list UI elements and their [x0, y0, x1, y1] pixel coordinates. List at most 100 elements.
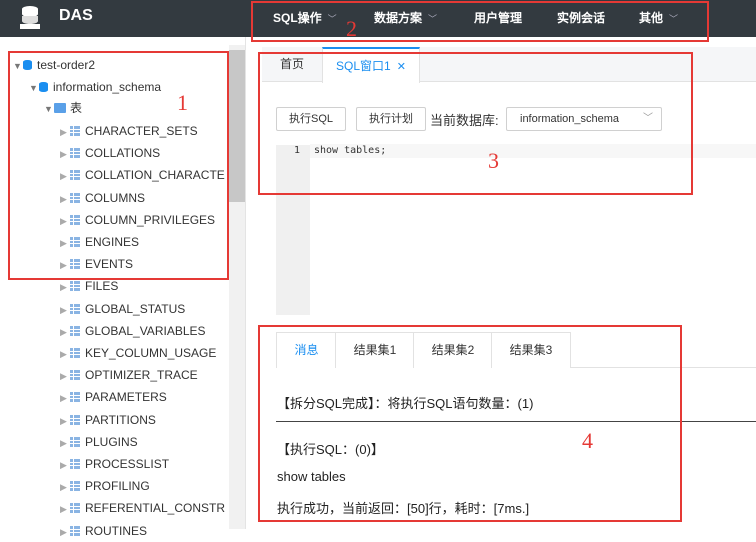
caret-right-icon[interactable]: ▶	[60, 255, 70, 275]
chevron-down-icon: ﹀	[643, 113, 653, 124]
annotation-label-3: 3	[488, 148, 499, 173]
message-exec-result: 执行成功，当前返回：[50]行，耗时：[7ms.]	[277, 501, 530, 516]
execute-plan-button[interactable]: 执行计划	[356, 107, 426, 131]
tree-node-table[interactable]: ▶ COLUMN_PRIVILEGES	[60, 210, 215, 230]
table-icon	[70, 126, 80, 136]
tree-node-label: PROCESSLIST	[85, 457, 170, 471]
tree-node-table[interactable]: ▶ COLUMNS	[60, 188, 145, 208]
tab-sql-window-1[interactable]: SQL窗口1 ✕	[322, 47, 420, 83]
tree-node-schema[interactable]: ▼ information_schema	[29, 77, 161, 97]
table-icon	[70, 348, 80, 358]
tab-messages[interactable]: 消息	[276, 332, 337, 368]
table-group-icon	[54, 103, 66, 113]
chevron-down-icon: ﹀	[327, 14, 337, 24]
tree-node-table[interactable]: ▶ ENGINES	[60, 232, 139, 252]
tab-result-set-1[interactable]: 结果集1	[335, 332, 415, 368]
tree-node-instance[interactable]: ▼ test-order2	[13, 55, 95, 75]
table-icon	[70, 481, 80, 492]
menu-label: 用户管理	[474, 11, 523, 25]
table-icon	[70, 436, 80, 447]
caret-right-icon[interactable]: ▶	[60, 233, 70, 253]
editor-tabs-bar: 首页 SQL窗口1 ✕	[262, 47, 756, 83]
tree-node-table[interactable]: ▶ PARAMETERS	[60, 387, 167, 407]
table-icon	[70, 370, 80, 381]
tree-node-label: GLOBAL_STATUS	[85, 301, 186, 316]
table-icon	[70, 259, 80, 270]
current-db-select[interactable]: information_schema ﹀	[506, 107, 662, 131]
caret-right-icon[interactable]: ▶	[60, 122, 70, 142]
caret-right-icon[interactable]: ▶	[60, 344, 70, 364]
app-brand: DAS	[59, 7, 93, 24]
caret-down-icon[interactable]: ▼	[29, 78, 39, 98]
tree-node-table[interactable]: ▶ EVENTS	[60, 254, 133, 274]
caret-right-icon[interactable]: ▶	[60, 166, 70, 186]
message-exec-header: 【执行SQL：(0)】	[277, 442, 384, 457]
caret-down-icon[interactable]: ▼	[13, 56, 23, 76]
menu-label: 实例会话	[557, 11, 606, 25]
tab-result-set-2[interactable]: 结果集2	[413, 332, 493, 368]
tree-node-tables-group[interactable]: ▼ 表	[44, 98, 82, 118]
tree-node-table[interactable]: ▶ REFERENTIAL_CONSTR	[60, 498, 225, 518]
menu-other[interactable]: 其他 ﹀	[639, 9, 678, 26]
tree-node-table[interactable]: ▶ FILES	[60, 276, 118, 296]
caret-right-icon[interactable]: ▶	[60, 477, 70, 497]
line-number: 1	[293, 145, 300, 156]
close-icon[interactable]: ✕	[397, 61, 406, 73]
caret-right-icon[interactable]: ▶	[60, 189, 70, 209]
tree-node-label: PARTITIONS	[85, 412, 156, 427]
tree-node-table[interactable]: ▶ OPTIMIZER_TRACE	[60, 365, 198, 385]
annotation-label-2: 2	[346, 16, 357, 41]
caret-right-icon[interactable]: ▶	[60, 366, 70, 386]
chevron-down-icon: ﹀	[428, 14, 438, 24]
caret-right-icon[interactable]: ▶	[60, 433, 70, 453]
menu-data-schemes[interactable]: 数据方案 ﹀	[374, 9, 437, 26]
tree-node-label: ENGINES	[85, 235, 140, 249]
menu-user-management[interactable]: 用户管理	[474, 9, 522, 26]
sidebar-scroll-thumb[interactable]	[229, 50, 245, 202]
result-tabs-bar: 消息 结果集1 结果集2 结果集3	[276, 332, 756, 368]
tree-node-table[interactable]: ▶ PROFILING	[60, 476, 150, 496]
caret-right-icon[interactable]: ▶	[60, 411, 70, 431]
table-icon	[70, 214, 80, 225]
caret-down-icon[interactable]: ▼	[44, 99, 54, 119]
tree-node-table[interactable]: ▶ KEY_COLUMN_USAGE	[60, 343, 216, 363]
caret-right-icon[interactable]: ▶	[60, 522, 70, 542]
table-icon	[70, 303, 80, 314]
tree-node-label: ROUTINES	[85, 523, 148, 538]
tree-node-table[interactable]: ▶ PLUGINS	[60, 432, 138, 452]
tree-node-table[interactable]: ▶ ROUTINES	[60, 521, 147, 541]
menu-instance-sessions[interactable]: 实例会话	[557, 9, 605, 26]
tab-home[interactable]: 首页	[262, 47, 322, 81]
tree-node-label: information_schema	[53, 80, 162, 94]
tree-node-label: COLUMNS	[85, 190, 146, 205]
table-icon	[70, 237, 80, 247]
tree-node-label: OPTIMIZER_TRACE	[85, 368, 198, 383]
caret-right-icon[interactable]: ▶	[60, 499, 70, 519]
caret-right-icon[interactable]: ▶	[60, 300, 70, 320]
tree-node-table[interactable]: ▶ PARTITIONS	[60, 410, 156, 430]
tree-node-table[interactable]: ▶ COLLATIONS	[60, 143, 160, 163]
caret-right-icon[interactable]: ▶	[60, 455, 70, 475]
caret-right-icon[interactable]: ▶	[60, 144, 70, 164]
tree-node-label: COLLATIONS	[85, 146, 161, 161]
sql-editor-input[interactable]: show tables;	[314, 145, 386, 156]
menu-label: SQL操作	[273, 11, 322, 25]
table-icon	[70, 414, 80, 425]
top-navbar: DAS SQL操作 ﹀ 数据方案 ﹀ 用户管理 实例会话 其他 ﹀	[0, 0, 756, 37]
tab-result-set-3[interactable]: 结果集3	[491, 332, 571, 368]
tree-node-table[interactable]: ▶ COLLATION_CHARACTE	[60, 165, 225, 185]
caret-right-icon[interactable]: ▶	[60, 211, 70, 231]
menu-sql-operations[interactable]: SQL操作 ﹀	[273, 9, 337, 26]
execute-sql-button[interactable]: 执行SQL	[276, 107, 346, 131]
tree-node-table[interactable]: ▶ CHARACTER_SETS	[60, 121, 198, 141]
tree-node-table[interactable]: ▶ GLOBAL_STATUS	[60, 299, 185, 319]
current-db-label: 当前数据库:	[430, 113, 499, 128]
table-icon	[70, 281, 80, 292]
caret-right-icon[interactable]: ▶	[60, 388, 70, 408]
table-icon	[70, 170, 80, 181]
tree-node-table[interactable]: ▶ GLOBAL_VARIABLES	[60, 321, 206, 341]
caret-right-icon[interactable]: ▶	[60, 322, 70, 342]
table-icon	[70, 325, 80, 336]
tree-node-table[interactable]: ▶ PROCESSLIST	[60, 454, 169, 474]
caret-right-icon[interactable]: ▶	[60, 277, 70, 297]
